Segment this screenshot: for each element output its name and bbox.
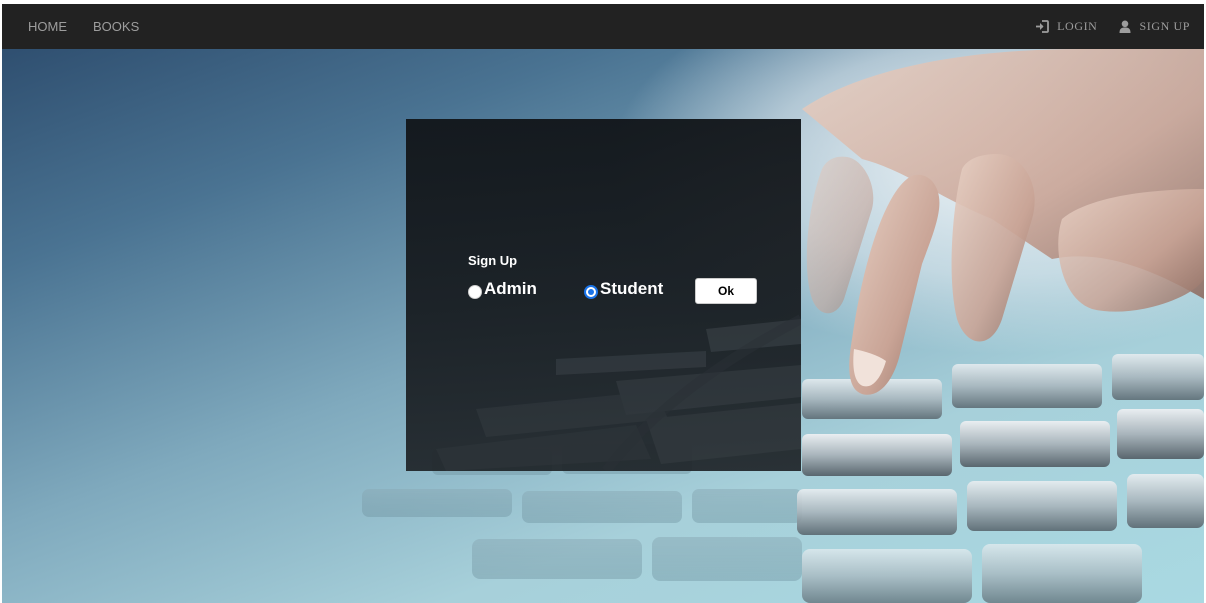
nav-right: LOGIN SIGN UP <box>1035 4 1190 49</box>
signup-panel: Sign Up Admin Student Ok <box>406 119 801 471</box>
student-radio-label: Student <box>600 279 664 298</box>
admin-radio-option[interactable]: Admin <box>468 279 537 299</box>
nav-books-link[interactable]: BOOKS <box>93 19 139 34</box>
nav-login-label: LOGIN <box>1057 19 1098 33</box>
ok-button[interactable]: Ok <box>695 278 757 304</box>
nav-signup-label: SIGN UP <box>1139 19 1190 33</box>
signup-title: Sign Up <box>468 253 518 268</box>
sign-in-icon <box>1035 20 1050 33</box>
student-radio-button[interactable] <box>584 285 598 299</box>
nav-signup-link[interactable]: SIGN UP <box>1119 19 1190 34</box>
navbar: HOME BOOKS LOGIN SIGN UP <box>2 4 1204 49</box>
user-icon <box>1119 20 1131 33</box>
nav-home-link[interactable]: HOME <box>28 19 67 34</box>
admin-radio-button[interactable] <box>468 285 482 299</box>
nav-login-link[interactable]: LOGIN <box>1035 19 1097 34</box>
page: HOME BOOKS LOGIN SIGN UP Sign Up Admin S… <box>0 0 1206 603</box>
nav-left: HOME BOOKS <box>28 4 139 49</box>
admin-radio-label: Admin <box>484 279 537 298</box>
student-radio-option[interactable]: Student <box>584 279 663 299</box>
